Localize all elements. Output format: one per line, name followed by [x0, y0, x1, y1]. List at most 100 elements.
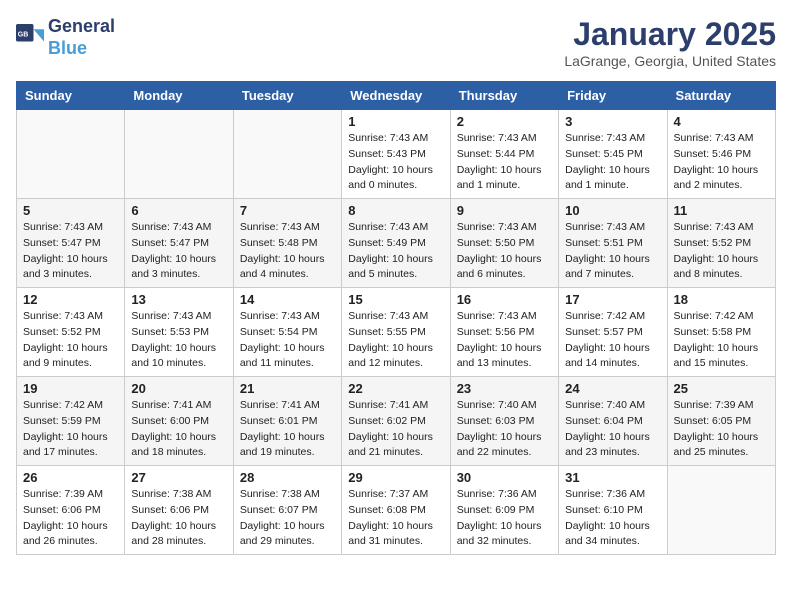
calendar-day-cell: 19 Sunrise: 7:42 AM Sunset: 5:59 PM Dayli… [17, 377, 125, 466]
day-number: 24 [565, 381, 660, 396]
calendar-week-row: 5 Sunrise: 7:43 AM Sunset: 5:47 PM Daylig… [17, 199, 776, 288]
month-title: January 2025 [564, 16, 776, 53]
day-number: 28 [240, 470, 335, 485]
day-info: Sunrise: 7:43 AM Sunset: 5:45 PM Dayligh… [565, 131, 660, 194]
day-info: Sunrise: 7:43 AM Sunset: 5:47 PM Dayligh… [131, 220, 226, 283]
calendar-day-cell: 16Sunrise: 7:43 AM Sunset: 5:56 PM Dayli… [450, 288, 558, 377]
calendar-day-cell: 30 Sunrise: 7:36 AM Sunset: 6:09 PM Dayli… [450, 466, 558, 555]
calendar-day-cell: 31 Sunrise: 7:36 AM Sunset: 6:10 PM Dayli… [559, 466, 667, 555]
day-info: Sunrise: 7:40 AM Sunset: 6:03 PM Dayligh… [457, 398, 552, 461]
day-number: 5 [23, 203, 118, 218]
weekday-header-cell: Friday [559, 82, 667, 110]
calendar-day-cell: 4Sunrise: 7:43 AM Sunset: 5:46 PM Daylig… [667, 110, 775, 199]
calendar-day-cell: 26 Sunrise: 7:39 AM Sunset: 6:06 PM Dayli… [17, 466, 125, 555]
day-info: Sunrise: 7:42 AM Sunset: 5:58 PM Dayligh… [674, 309, 769, 372]
calendar-day-cell: 14 Sunrise: 7:43 AM Sunset: 5:54 PM Dayli… [233, 288, 341, 377]
calendar-day-cell: 1Sunrise: 7:43 AM Sunset: 5:43 PM Daylig… [342, 110, 450, 199]
day-number: 16 [457, 292, 552, 307]
day-number: 31 [565, 470, 660, 485]
calendar-day-cell: 29 Sunrise: 7:37 AM Sunset: 6:08 PM Dayli… [342, 466, 450, 555]
calendar-day-cell: 18 Sunrise: 7:42 AM Sunset: 5:58 PM Dayli… [667, 288, 775, 377]
day-number: 2 [457, 114, 552, 129]
day-number: 20 [131, 381, 226, 396]
day-info: Sunrise: 7:43 AM Sunset: 5:46 PM Dayligh… [674, 131, 769, 194]
calendar-week-row: 12 Sunrise: 7:43 AM Sunset: 5:52 PM Dayli… [17, 288, 776, 377]
day-info: Sunrise: 7:39 AM Sunset: 6:05 PM Dayligh… [674, 398, 769, 461]
day-number: 19 [23, 381, 118, 396]
day-number: 29 [348, 470, 443, 485]
calendar-day-cell: 5 Sunrise: 7:43 AM Sunset: 5:47 PM Daylig… [17, 199, 125, 288]
day-number: 8 [348, 203, 443, 218]
calendar-week-row: 26 Sunrise: 7:39 AM Sunset: 6:06 PM Dayli… [17, 466, 776, 555]
day-number: 23 [457, 381, 552, 396]
title-block: January 2025 LaGrange, Georgia, United S… [564, 16, 776, 69]
day-info: Sunrise: 7:38 AM Sunset: 6:06 PM Dayligh… [131, 487, 226, 550]
calendar-day-cell: 13 Sunrise: 7:43 AM Sunset: 5:53 PM Dayli… [125, 288, 233, 377]
day-number: 25 [674, 381, 769, 396]
calendar-day-cell: 9Sunrise: 7:43 AM Sunset: 5:50 PM Daylig… [450, 199, 558, 288]
day-info: Sunrise: 7:43 AM Sunset: 5:50 PM Dayligh… [457, 220, 552, 283]
day-number: 11 [674, 203, 769, 218]
day-number: 14 [240, 292, 335, 307]
weekday-header-cell: Tuesday [233, 82, 341, 110]
calendar-day-cell: 7 Sunrise: 7:43 AM Sunset: 5:48 PM Daylig… [233, 199, 341, 288]
day-info: Sunrise: 7:40 AM Sunset: 6:04 PM Dayligh… [565, 398, 660, 461]
calendar-day-cell: 15 Sunrise: 7:43 AM Sunset: 5:55 PM Dayli… [342, 288, 450, 377]
calendar-day-cell: 23 Sunrise: 7:40 AM Sunset: 6:03 PM Dayli… [450, 377, 558, 466]
day-number: 7 [240, 203, 335, 218]
day-info: Sunrise: 7:43 AM Sunset: 5:52 PM Dayligh… [23, 309, 118, 372]
day-number: 21 [240, 381, 335, 396]
day-info: Sunrise: 7:42 AM Sunset: 5:59 PM Dayligh… [23, 398, 118, 461]
day-number: 30 [457, 470, 552, 485]
day-info: Sunrise: 7:43 AM Sunset: 5:55 PM Dayligh… [348, 309, 443, 372]
calendar-day-cell: 21 Sunrise: 7:41 AM Sunset: 6:01 PM Dayli… [233, 377, 341, 466]
day-info: Sunrise: 7:43 AM Sunset: 5:47 PM Dayligh… [23, 220, 118, 283]
day-number: 18 [674, 292, 769, 307]
day-number: 12 [23, 292, 118, 307]
location: LaGrange, Georgia, United States [564, 53, 776, 69]
logo-icon: GB [16, 24, 44, 52]
weekday-header-cell: Monday [125, 82, 233, 110]
day-info: Sunrise: 7:36 AM Sunset: 6:10 PM Dayligh… [565, 487, 660, 550]
calendar-day-cell [667, 466, 775, 555]
logo-line2: Blue [48, 38, 115, 60]
calendar-day-cell: 27Sunrise: 7:38 AM Sunset: 6:06 PM Dayli… [125, 466, 233, 555]
logo: GB General Blue [16, 16, 115, 59]
day-info: Sunrise: 7:37 AM Sunset: 6:08 PM Dayligh… [348, 487, 443, 550]
day-number: 3 [565, 114, 660, 129]
logo-text: General Blue [48, 16, 115, 59]
day-number: 22 [348, 381, 443, 396]
day-info: Sunrise: 7:43 AM Sunset: 5:53 PM Dayligh… [131, 309, 226, 372]
calendar-day-cell: 25 Sunrise: 7:39 AM Sunset: 6:05 PM Dayli… [667, 377, 775, 466]
day-info: Sunrise: 7:43 AM Sunset: 5:54 PM Dayligh… [240, 309, 335, 372]
weekday-header-cell: Sunday [17, 82, 125, 110]
day-info: Sunrise: 7:41 AM Sunset: 6:01 PM Dayligh… [240, 398, 335, 461]
svg-text:GB: GB [18, 31, 29, 38]
day-info: Sunrise: 7:39 AM Sunset: 6:06 PM Dayligh… [23, 487, 118, 550]
page-header: GB General Blue January 2025 LaGrange, G… [16, 16, 776, 69]
day-info: Sunrise: 7:43 AM Sunset: 5:48 PM Dayligh… [240, 220, 335, 283]
day-number: 6 [131, 203, 226, 218]
calendar-day-cell: 17 Sunrise: 7:42 AM Sunset: 5:57 PM Dayli… [559, 288, 667, 377]
calendar-day-cell: 20Sunrise: 7:41 AM Sunset: 6:00 PM Dayli… [125, 377, 233, 466]
calendar-day-cell: 8Sunrise: 7:43 AM Sunset: 5:49 PM Daylig… [342, 199, 450, 288]
day-info: Sunrise: 7:36 AM Sunset: 6:09 PM Dayligh… [457, 487, 552, 550]
day-number: 10 [565, 203, 660, 218]
calendar-body: 1Sunrise: 7:43 AM Sunset: 5:43 PM Daylig… [17, 110, 776, 555]
calendar: SundayMondayTuesdayWednesdayThursdayFrid… [16, 81, 776, 555]
day-info: Sunrise: 7:41 AM Sunset: 6:02 PM Dayligh… [348, 398, 443, 461]
day-number: 1 [348, 114, 443, 129]
day-number: 17 [565, 292, 660, 307]
day-number: 13 [131, 292, 226, 307]
calendar-day-cell: 22 Sunrise: 7:41 AM Sunset: 6:02 PM Dayli… [342, 377, 450, 466]
day-info: Sunrise: 7:43 AM Sunset: 5:51 PM Dayligh… [565, 220, 660, 283]
calendar-day-cell: 6 Sunrise: 7:43 AM Sunset: 5:47 PM Daylig… [125, 199, 233, 288]
calendar-day-cell: 12 Sunrise: 7:43 AM Sunset: 5:52 PM Dayli… [17, 288, 125, 377]
day-number: 26 [23, 470, 118, 485]
logo-line1: General [48, 16, 115, 38]
weekday-header-row: SundayMondayTuesdayWednesdayThursdayFrid… [17, 82, 776, 110]
calendar-day-cell: 28Sunrise: 7:38 AM Sunset: 6:07 PM Dayli… [233, 466, 341, 555]
day-number: 15 [348, 292, 443, 307]
weekday-header-cell: Saturday [667, 82, 775, 110]
day-info: Sunrise: 7:42 AM Sunset: 5:57 PM Dayligh… [565, 309, 660, 372]
